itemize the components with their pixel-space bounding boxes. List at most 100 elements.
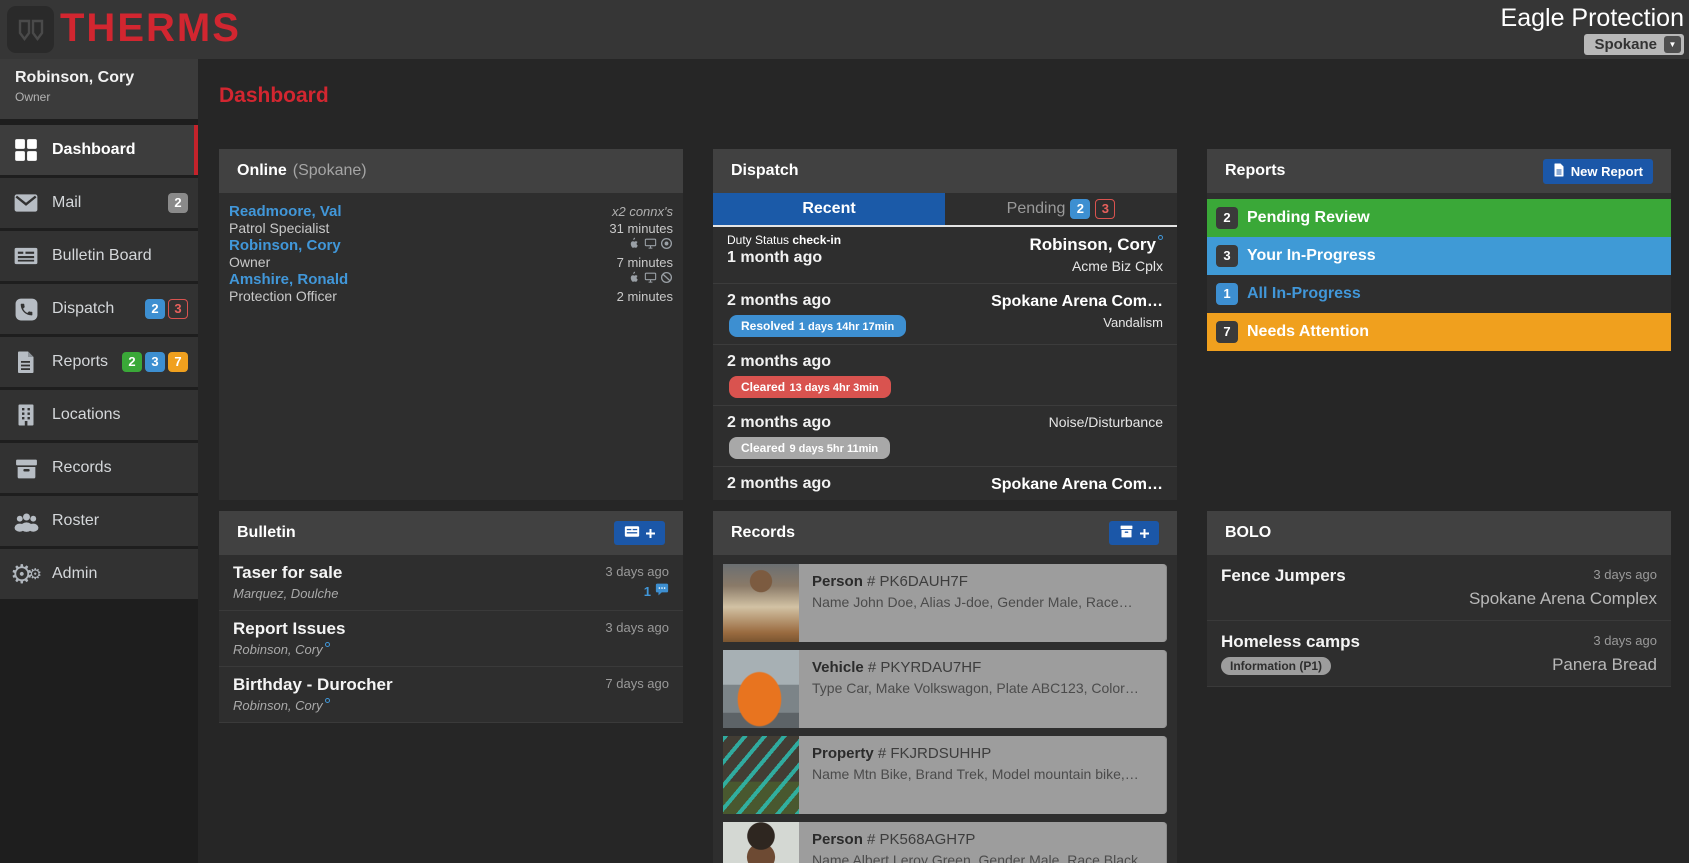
bulletin-post-time: 3 days ago bbox=[605, 562, 669, 582]
sidebar-item-dashboard[interactable]: Dashboard bbox=[0, 125, 198, 175]
reports-row-needs-attention[interactable]: 7 Needs Attention bbox=[1207, 313, 1671, 351]
bulletin-post[interactable]: Report Issues Robinson, Cory 3 days ago bbox=[219, 611, 683, 667]
new-report-button[interactable]: New Report bbox=[1543, 159, 1653, 184]
reports-row-all-in-progress[interactable]: 1 All In-Progress bbox=[1207, 275, 1671, 313]
dispatch-row[interactable]: 2 months ago Cleared Spokane Arena Com… … bbox=[713, 467, 1177, 500]
dispatch-time: 1 month ago bbox=[727, 247, 841, 269]
records-panel-header: Records bbox=[713, 511, 1177, 555]
current-user-name: Robinson, Cory bbox=[15, 69, 183, 87]
sidebar-item-locations[interactable]: Locations bbox=[0, 390, 198, 440]
reports-row-your-in-progress[interactable]: 3 Your In-Progress bbox=[1207, 237, 1671, 275]
dispatch-title: Dispatch bbox=[731, 162, 799, 180]
tab-recent[interactable]: Recent bbox=[713, 193, 945, 225]
records-panel: Records Person # PK6DAUH7F Name John Doe… bbox=[713, 511, 1177, 863]
top-bar: THERMS Eagle Protection Spokane ▼ bbox=[0, 0, 1689, 59]
online-user-role: Protection Officer bbox=[229, 288, 348, 305]
sidebar-item-label: Locations bbox=[52, 406, 121, 424]
phone-icon bbox=[12, 296, 40, 322]
sidebar-item-bulletin-board[interactable]: Bulletin Board bbox=[0, 231, 198, 281]
count-badge: 3 bbox=[1216, 245, 1238, 267]
bolo-item-time: 3 days ago bbox=[1469, 564, 1657, 586]
sidebar-item-admin[interactable]: ⚙⚙ Admin bbox=[0, 549, 198, 599]
add-record-button[interactable] bbox=[1109, 521, 1159, 545]
region-selector[interactable]: Spokane ▼ bbox=[1584, 34, 1684, 55]
bolo-item[interactable]: Homeless camps Information (P1) 3 days a… bbox=[1207, 621, 1671, 687]
tab-pending-label: Pending bbox=[1007, 200, 1066, 218]
sidebar-item-label: Dashboard bbox=[52, 141, 136, 159]
dispatch-panel: Dispatch Recent Pending 2 3 Duty Status … bbox=[713, 149, 1177, 500]
dispatch-time: 2 months ago bbox=[727, 412, 890, 434]
sidebar-item-reports[interactable]: Reports 2 3 7 bbox=[0, 337, 198, 387]
tab-pending[interactable]: Pending 2 3 bbox=[945, 193, 1177, 225]
building-icon bbox=[12, 402, 40, 428]
property-photo bbox=[723, 736, 799, 814]
dispatch-location: Acme Biz Cplx bbox=[1029, 256, 1163, 276]
report-row-label: Your In-Progress bbox=[1247, 247, 1376, 265]
bolo-panel: BOLO Fence Jumpers 3 days ago Spokane Ar… bbox=[1207, 511, 1671, 687]
sidebar-item-dispatch[interactable]: Dispatch 2 3 bbox=[0, 284, 198, 334]
sidebar: Robinson, Cory Owner Dashboard Mail 2 Bu… bbox=[0, 59, 198, 863]
sidebar-item-mail[interactable]: Mail 2 bbox=[0, 178, 198, 228]
brand-title: THERMS bbox=[60, 8, 241, 48]
add-bulletin-button[interactable] bbox=[614, 521, 665, 545]
record-item[interactable]: Property # FKJRDSUHHP Name Mtn Bike, Bra… bbox=[723, 736, 1167, 814]
record-item[interactable]: Vehicle # PKYRDAU7HF Type Car, Make Volk… bbox=[723, 650, 1167, 728]
bulletin-post-title: Report Issues bbox=[233, 618, 345, 640]
sidebar-item-label: Mail bbox=[52, 194, 81, 212]
dispatch-row[interactable]: Duty Status check-in 1 month ago Robinso… bbox=[713, 227, 1177, 284]
record-description: Name Mtn Bike, Brand Trek, Model mountai… bbox=[812, 766, 1154, 782]
online-user-name[interactable]: Readmoore, Val bbox=[229, 203, 342, 220]
dispatch-row[interactable]: 2 months ago Resolved 1 days 14hr 17min … bbox=[713, 284, 1177, 345]
online-user-name[interactable]: Amshire, Ronald bbox=[229, 271, 348, 288]
desktop-icon bbox=[643, 271, 658, 289]
reports-row-pending-review[interactable]: 2 Pending Review bbox=[1207, 199, 1671, 237]
document-icon bbox=[12, 349, 40, 375]
dispatch-count-badge: 2 bbox=[145, 299, 165, 319]
newspaper-icon bbox=[12, 243, 40, 269]
cleared-badge: Cleared 9 days 5hr 11min bbox=[729, 437, 890, 459]
online-panel: Online (Spokane) Readmoore, Val Patrol S… bbox=[219, 149, 683, 500]
count-badge: 1 bbox=[1216, 283, 1238, 305]
apple-icon bbox=[628, 237, 641, 255]
bulletin-post[interactable]: Taser for sale Marquez, Doulche 3 days a… bbox=[219, 555, 683, 611]
online-user-name[interactable]: Robinson, Cory bbox=[229, 237, 341, 254]
region-label: Spokane bbox=[1594, 36, 1657, 53]
record-description: Name John Doe, Alias J-doe, Gender Male,… bbox=[812, 594, 1154, 610]
comment-count: 1 bbox=[644, 582, 651, 602]
sidebar-item-roster[interactable]: Roster bbox=[0, 496, 198, 546]
online-duration: 31 minutes bbox=[609, 220, 673, 237]
dispatch-row[interactable]: 2 months ago Cleared 13 days 4hr 3min bbox=[713, 345, 1177, 406]
archive-box-icon bbox=[1119, 525, 1134, 541]
dispatch-row[interactable]: 2 months ago Cleared 9 days 5hr 11min No… bbox=[713, 406, 1177, 467]
bolo-item[interactable]: Fence Jumpers 3 days ago Spokane Arena C… bbox=[1207, 555, 1671, 621]
online-dot-icon bbox=[325, 642, 330, 647]
bulletin-post[interactable]: Birthday - Durocher Robinson, Cory 7 day… bbox=[219, 667, 683, 723]
sidebar-item-records[interactable]: Records bbox=[0, 443, 198, 493]
record-item[interactable]: Person # PK568AGH7P Name Albert Leroy Gr… bbox=[723, 822, 1167, 863]
dispatch-time: 2 months ago bbox=[727, 473, 831, 495]
sidebar-item-label: Admin bbox=[52, 565, 97, 583]
chrome-icon bbox=[660, 237, 673, 255]
bolo-item-location: Panera Bread bbox=[1552, 652, 1657, 678]
current-user[interactable]: Robinson, Cory Owner bbox=[0, 59, 198, 119]
online-title: Online bbox=[237, 162, 287, 180]
sidebar-item-label: Dispatch bbox=[52, 300, 114, 318]
dispatch-panel-header: Dispatch bbox=[713, 149, 1177, 193]
cleared-badge: Cleared 13 days 4hr 3min bbox=[729, 376, 891, 398]
bolo-panel-header: BOLO bbox=[1207, 511, 1671, 555]
dispatch-time: 2 months ago bbox=[727, 290, 906, 312]
online-user-role: Patrol Specialist bbox=[229, 220, 342, 237]
record-type: Person bbox=[812, 831, 863, 848]
browser-icon bbox=[660, 271, 673, 289]
online-panel-header: Online (Spokane) bbox=[219, 149, 683, 193]
online-user-row: Amshire, Ronald Protection Officer 2 min… bbox=[229, 271, 673, 305]
plus-icon bbox=[646, 526, 655, 541]
gears-icon: ⚙⚙ bbox=[12, 561, 40, 587]
record-item[interactable]: Person # PK6DAUH7F Name John Doe, Alias … bbox=[723, 564, 1167, 642]
current-user-role: Owner bbox=[15, 90, 183, 104]
report-row-label: All In-Progress bbox=[1247, 285, 1361, 303]
people-icon bbox=[12, 508, 40, 534]
envelope-icon bbox=[12, 190, 40, 216]
dispatch-person: Robinson, Cory bbox=[1029, 235, 1156, 254]
record-id: # PK6DAUH7F bbox=[867, 573, 968, 590]
